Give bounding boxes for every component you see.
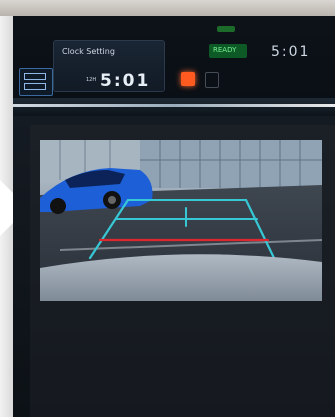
clock-format-label: 12H — [86, 77, 97, 83]
clock-setting-title: Clock Setting — [62, 47, 115, 56]
clock-setting-panel[interactable]: Clock Setting 12H 5:01 — [53, 40, 165, 92]
reflection-highlight — [13, 104, 335, 107]
cluster-time: 5:01 — [271, 44, 311, 60]
clock-time: 5:01 — [100, 71, 151, 91]
inactive-indicator-icon — [205, 72, 219, 88]
dashboard-trim — [0, 0, 335, 16]
dash-reflection — [13, 98, 335, 116]
warning-light-icon — [181, 72, 195, 86]
rear-camera-view — [40, 140, 322, 301]
camera-scene — [40, 140, 322, 301]
indicator-led — [217, 26, 235, 32]
instrument-cluster-display: Clock Setting 12H 5:01 READY 5:01 — [13, 16, 335, 106]
ready-indicator-label: READY — [213, 46, 237, 54]
clock-adjust-icon[interactable] — [19, 68, 53, 96]
